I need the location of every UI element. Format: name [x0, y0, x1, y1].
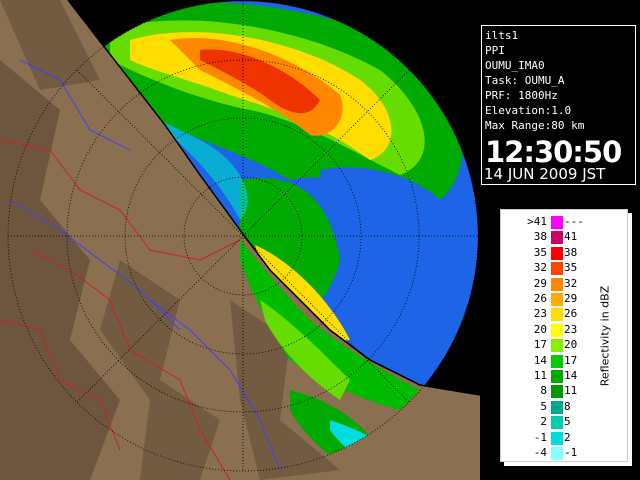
scan-mode: PPI — [485, 44, 505, 57]
legend-upper-bound: 17 — [564, 353, 578, 367]
legend-upper-bound: -1 — [564, 446, 578, 459]
legend-upper-bound: 2 — [564, 430, 571, 444]
legend-lower-bound: 2 — [540, 415, 547, 429]
legend-swatch — [551, 277, 563, 291]
legend-row: -4 -1 — [501, 445, 627, 461]
legend-lower-bound: 11 — [533, 369, 547, 382]
legend-lower-bound: 29 — [533, 276, 547, 290]
legend-swatch — [551, 370, 563, 383]
legend-upper-bound: 20 — [564, 338, 578, 352]
task-name: Task: OUMU_A — [485, 74, 565, 87]
legend-swatch — [551, 323, 563, 337]
legend-swatch — [551, 262, 563, 276]
legend-upper-bound: 5 — [564, 415, 571, 429]
legend-lower-bound: 23 — [533, 307, 547, 321]
legend-lower-bound: 20 — [533, 322, 547, 336]
legend-title: Reflectivity in dBZ — [598, 285, 612, 387]
legend-swatch — [551, 293, 563, 306]
legend-upper-bound: 26 — [564, 307, 578, 321]
product-name: OUMU_IMA0 — [485, 59, 545, 72]
legend-swatch — [551, 385, 563, 399]
legend-swatch — [551, 400, 563, 414]
scan-date: 14 JUN 2009 JST — [484, 165, 606, 183]
legend-lower-bound: 38 — [533, 230, 547, 244]
legend-upper-bound: 41 — [564, 230, 578, 244]
legend-lower-bound: 35 — [533, 245, 547, 259]
legend-row: -1 2 — [501, 430, 627, 446]
elevation-value: Elevation:1.0 — [485, 104, 572, 117]
radar-ppi-map[interactable] — [0, 0, 480, 480]
legend-row: 32 35 — [501, 260, 627, 276]
legend-swatch — [551, 246, 563, 260]
legend-swatch — [551, 308, 563, 322]
legend-row: 25 — [501, 414, 627, 430]
legend-swatch — [551, 216, 563, 229]
max-range-value: Max Range:80 km — [485, 119, 585, 132]
legend-swatch — [551, 416, 563, 430]
legend-lower-bound: 26 — [533, 292, 547, 305]
legend-row: 58 — [501, 399, 627, 415]
legend-lower-bound: 8 — [540, 384, 547, 398]
legend-upper-bound: 14 — [564, 369, 578, 382]
legend-lower-bound: 17 — [533, 338, 547, 352]
legend-upper-bound: 38 — [564, 245, 578, 259]
legend-upper-bound: 35 — [564, 261, 578, 275]
legend-swatch — [551, 231, 563, 245]
legend-swatch — [551, 447, 563, 460]
station-id: ilts1 — [485, 29, 519, 42]
legend-row: 35 38 — [501, 245, 627, 261]
prf-value: PRF: 1800Hz — [485, 89, 558, 102]
legend-row: >41 --- — [501, 214, 627, 230]
legend-swatch — [551, 431, 563, 445]
legend-upper-bound: 8 — [564, 399, 571, 413]
legend-lower-bound: -4 — [533, 446, 547, 459]
reflectivity-legend: >41 --- 38 41 35 38 32 35 29 32 26 29 23 26 20 23 17 20 14… — [500, 209, 628, 462]
legend-lower-bound: 32 — [533, 261, 547, 275]
legend-upper-bound: 23 — [564, 322, 578, 336]
legend-lower-bound: 5 — [540, 399, 547, 413]
radar-info-panel: ilts1 PPI OUMU_IMA0 Task: OUMU_A PRF: 18… — [481, 25, 636, 185]
legend-row: 38 41 — [501, 229, 627, 245]
scan-time: 12:30:50 — [485, 135, 622, 169]
legend-upper-bound: --- — [564, 215, 584, 228]
legend-upper-bound: 11 — [564, 384, 578, 398]
legend-lower-bound: 14 — [533, 353, 547, 367]
legend-swatch — [551, 339, 563, 353]
legend-lower-bound: -1 — [533, 430, 547, 444]
legend-swatch — [551, 354, 563, 368]
legend-lower-bound: >41 — [527, 215, 547, 228]
legend-upper-bound: 29 — [564, 292, 578, 305]
legend-upper-bound: 32 — [564, 276, 578, 290]
